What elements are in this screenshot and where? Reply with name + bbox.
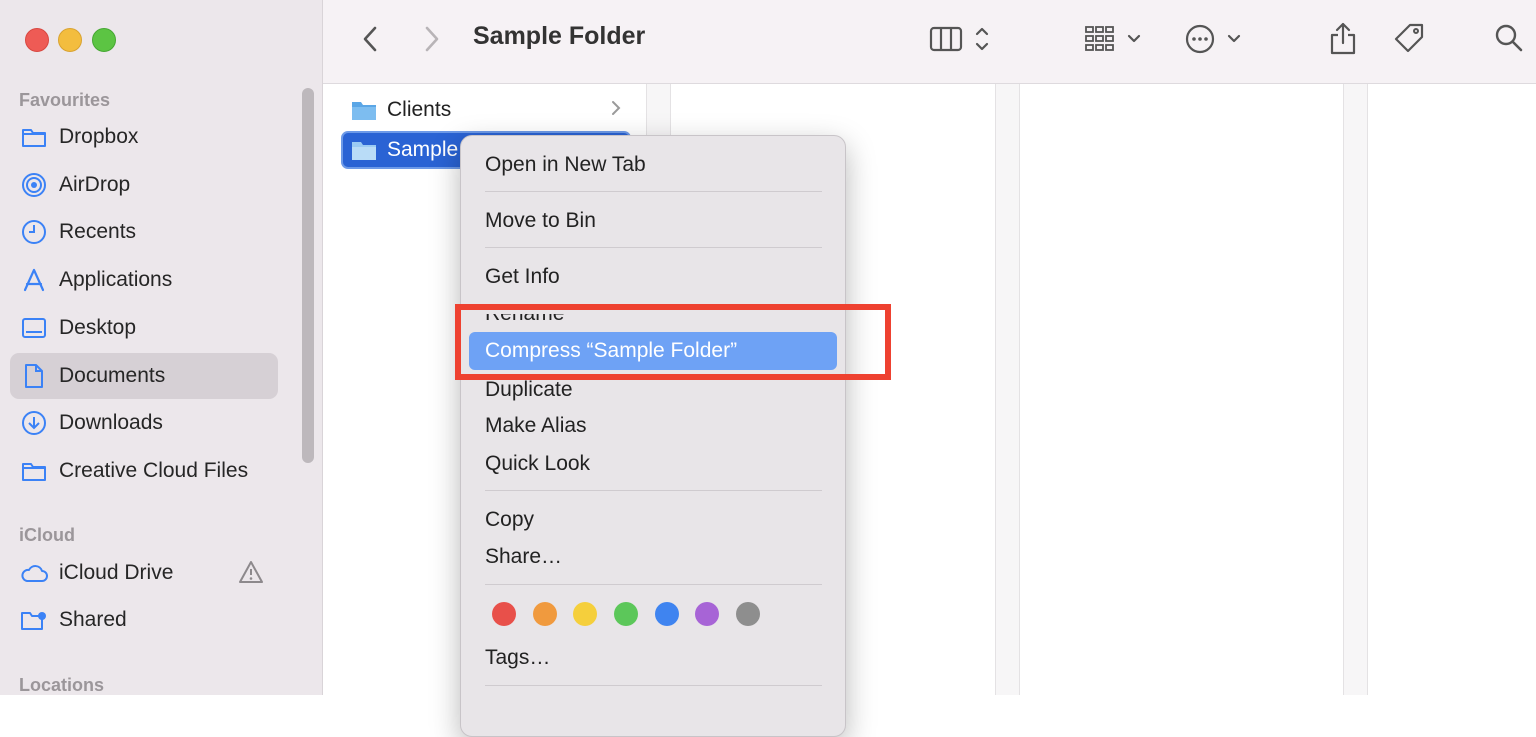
- desktop-icon: [20, 314, 48, 342]
- sidebar-item-label: Desktop: [59, 316, 137, 339]
- menu-separator: [485, 685, 822, 686]
- folder-icon: [351, 139, 377, 161]
- folder-icon: [20, 123, 48, 151]
- menu-separator: [485, 584, 822, 585]
- menu-item-quick-look[interactable]: Quick Look: [485, 452, 590, 476]
- tag-blue[interactable]: [655, 602, 679, 626]
- item-label: Clients: [387, 98, 452, 121]
- sidebar-item-dropbox[interactable]: Dropbox: [10, 114, 278, 160]
- close-window-button[interactable]: [25, 28, 49, 52]
- share-icon: [1330, 22, 1356, 55]
- document-icon: [20, 362, 48, 390]
- sidebar-item-desktop[interactable]: Desktop: [10, 305, 278, 351]
- sidebar-section-icloud: iCloud: [19, 525, 75, 545]
- menu-item-tags[interactable]: Tags…: [485, 646, 550, 670]
- sidebar-item-label: Shared: [59, 608, 127, 631]
- sidebar-item-icloud-drive[interactable]: iCloud Drive: [10, 550, 278, 596]
- column-resize-divider[interactable]: [995, 84, 1020, 695]
- sidebar-item-label: Downloads: [59, 411, 163, 434]
- sidebar-section-locations: Locations: [19, 675, 105, 695]
- menu-item-open-in-new-tab[interactable]: Open in New Tab: [485, 153, 646, 177]
- folder-icon: [20, 457, 48, 485]
- menu-item-move-to-bin[interactable]: Move to Bin: [485, 209, 596, 233]
- sidebar-scrollbar[interactable]: [302, 88, 314, 463]
- warning-icon: [238, 560, 264, 589]
- sidebar-item-label: Applications: [59, 268, 173, 291]
- tag-icon: [1394, 23, 1424, 53]
- chevron-left-icon: [363, 26, 377, 52]
- menu-item-copy[interactable]: Copy: [485, 508, 534, 532]
- list-item[interactable]: Clients: [347, 93, 627, 127]
- sidebar-item-label: iCloud Drive: [59, 561, 174, 584]
- back-button[interactable]: [353, 22, 387, 56]
- search-icon: [1495, 24, 1523, 52]
- menu-separator: [485, 191, 822, 192]
- airdrop-icon: [20, 171, 48, 199]
- columns-view-icon: [929, 26, 989, 52]
- sidebar-item-documents[interactable]: Documents: [10, 353, 278, 399]
- sidebar-item-label: Documents: [59, 364, 166, 387]
- tag-button[interactable]: [1389, 18, 1429, 58]
- sidebar-item-applications[interactable]: Applications: [10, 257, 278, 303]
- minimize-window-button[interactable]: [58, 28, 82, 52]
- applications-icon: [20, 266, 48, 294]
- menu-item-get-info[interactable]: Get Info: [485, 265, 560, 289]
- column-resize-divider[interactable]: [1343, 84, 1368, 695]
- ellipsis-circle-icon: [1185, 24, 1241, 54]
- annotation-highlight-box: [455, 304, 891, 380]
- zoom-window-button[interactable]: [92, 28, 116, 52]
- chevron-right-icon: [611, 99, 621, 122]
- sidebar-item-label: Recents: [59, 220, 137, 243]
- sidebar-item-creative-cloud-files[interactable]: Creative Cloud Files: [10, 448, 278, 494]
- context-menu: Open in New Tab Move to Bin Get Info Ren…: [460, 135, 846, 737]
- sidebar-item-recents[interactable]: Recents: [10, 209, 278, 255]
- clock-icon: [20, 218, 48, 246]
- item-label: Sample: [387, 138, 459, 161]
- folder-icon: [351, 99, 377, 121]
- menu-item-duplicate[interactable]: Duplicate: [485, 378, 573, 402]
- tag-red[interactable]: [492, 602, 516, 626]
- chevron-right-icon: [425, 26, 439, 52]
- tag-purple[interactable]: [695, 602, 719, 626]
- menu-item-share[interactable]: Share…: [485, 545, 562, 569]
- toolbar: Sample Folder: [323, 0, 1536, 84]
- forward-button[interactable]: [415, 22, 449, 56]
- menu-separator: [485, 247, 822, 248]
- sidebar-item-label: AirDrop: [59, 173, 131, 196]
- sidebar-item-label: Dropbox: [59, 125, 139, 148]
- tag-green[interactable]: [614, 602, 638, 626]
- share-button[interactable]: [1323, 18, 1363, 58]
- group-by-button[interactable]: [1079, 20, 1147, 58]
- sidebar: Favourites Dropbox AirDrop Recents Appli…: [0, 0, 323, 695]
- cloud-icon: [20, 559, 48, 587]
- menu-item-make-alias[interactable]: Make Alias: [485, 414, 587, 438]
- more-actions-button[interactable]: [1181, 20, 1249, 58]
- view-mode-button[interactable]: [923, 20, 999, 58]
- sidebar-item-downloads[interactable]: Downloads: [10, 400, 278, 446]
- download-icon: [20, 409, 48, 437]
- sidebar-item-label: Creative Cloud Files: [59, 459, 249, 482]
- tag-yellow[interactable]: [573, 602, 597, 626]
- sidebar-item-shared[interactable]: Shared: [10, 597, 278, 643]
- sidebar-section-favourites: Favourites: [19, 90, 111, 110]
- sidebar-item-airdrop[interactable]: AirDrop: [10, 162, 278, 208]
- tag-gray[interactable]: [736, 602, 760, 626]
- shared-folder-icon: [20, 606, 48, 634]
- search-button[interactable]: [1489, 18, 1529, 58]
- window-title: Sample Folder: [473, 22, 646, 50]
- grid-icon: [1085, 26, 1141, 51]
- menu-separator: [485, 490, 822, 491]
- tag-orange[interactable]: [533, 602, 557, 626]
